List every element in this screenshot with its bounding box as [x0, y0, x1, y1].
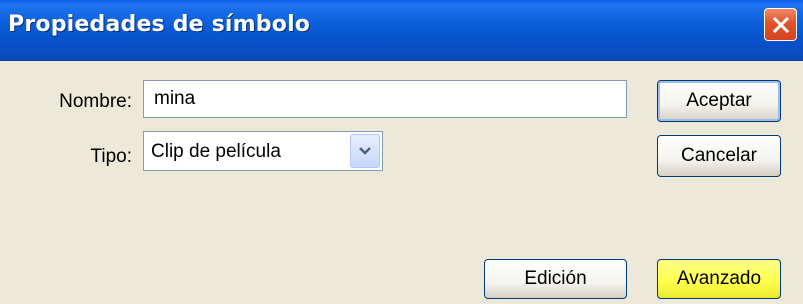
- type-select-value: Clip de película: [151, 141, 281, 162]
- cancel-button[interactable]: Cancelar: [657, 135, 781, 177]
- name-input[interactable]: [143, 80, 627, 118]
- dialog-title: Propiedades de símbolo: [8, 12, 311, 37]
- edit-button[interactable]: Edición: [484, 259, 627, 299]
- chevron-down-icon: [359, 147, 371, 155]
- accept-button[interactable]: Aceptar: [657, 80, 781, 122]
- advanced-button[interactable]: Avanzado: [657, 259, 781, 299]
- type-select[interactable]: Clip de película: [143, 131, 383, 171]
- dropdown-arrow-button[interactable]: [350, 134, 380, 168]
- type-label: Tipo:: [90, 146, 132, 167]
- name-label: Nombre:: [59, 91, 132, 112]
- title-bar[interactable]: Propiedades de símbolo: [0, 0, 803, 61]
- close-icon: [772, 16, 789, 33]
- close-button[interactable]: [764, 8, 797, 41]
- symbol-properties-dialog: Propiedades de símbolo Nombre: Tipo: Cli…: [0, 0, 803, 304]
